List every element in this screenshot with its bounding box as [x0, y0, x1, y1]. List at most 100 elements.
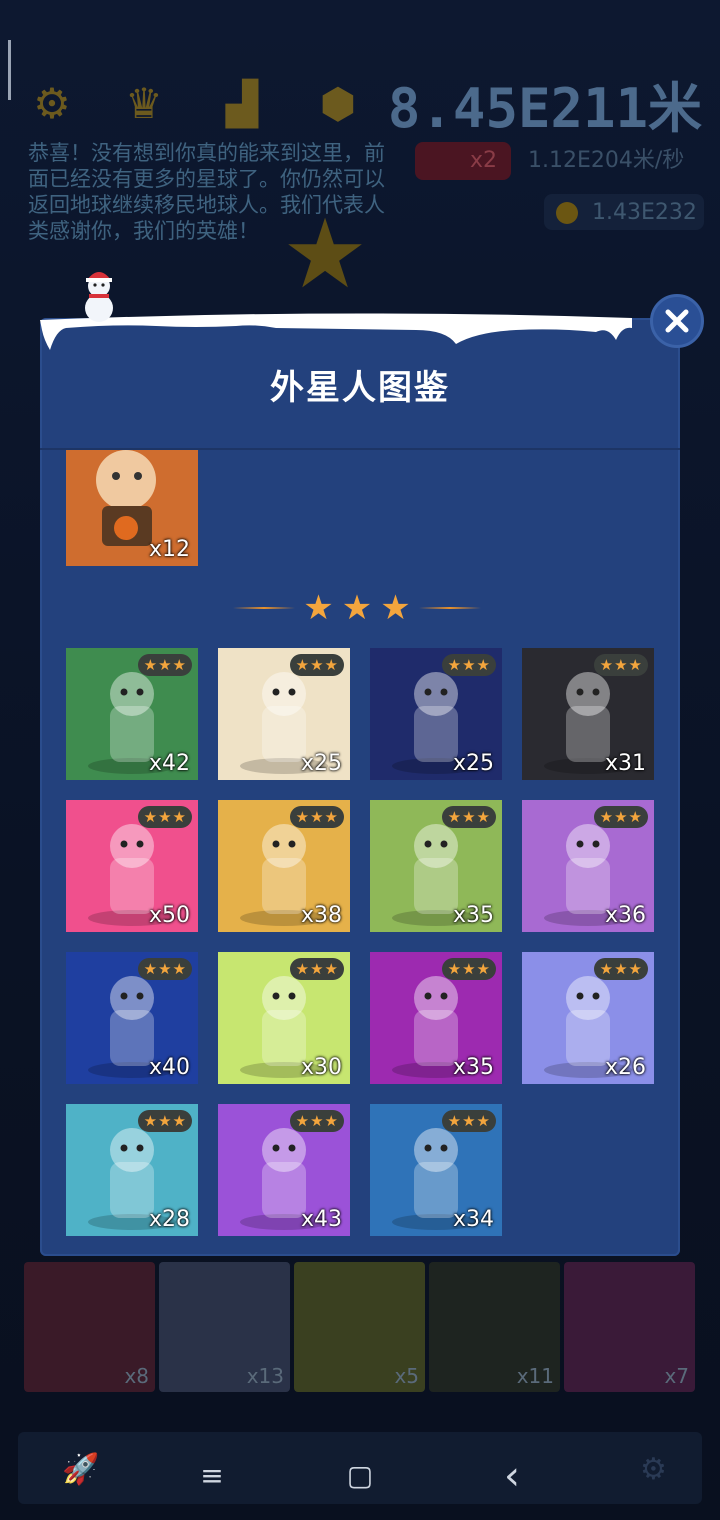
alien-card[interactable]: ★ ★ ★ x31 — [522, 648, 654, 780]
star-icon: ★ — [143, 808, 158, 826]
star-icon: ★ — [462, 808, 476, 826]
star-icon: ★ — [310, 1112, 324, 1130]
bg-card-count: x8 — [124, 1364, 149, 1388]
alien-card[interactable]: x12 — [66, 450, 198, 566]
scroll-indicator — [8, 40, 11, 100]
menu-button[interactable]: ≡ — [190, 1452, 234, 1500]
card-count: x25 — [452, 751, 494, 776]
card-count: x42 — [148, 751, 190, 776]
bg-card-count: x11 — [516, 1364, 554, 1388]
alien-card[interactable]: ★ ★ ★ x38 — [218, 800, 350, 932]
three-star-tier-header: ★ ★ ★ — [222, 590, 492, 626]
star-icon: ★ — [628, 808, 642, 826]
chat-badge-icon[interactable]: ⬢ — [314, 80, 362, 128]
card-star-rating: ★ ★ ★ — [137, 806, 192, 828]
alien-card[interactable]: ★ ★ ★ x42 — [66, 648, 198, 780]
star-icon: ★ — [324, 656, 338, 674]
bg-alien-card: x8 — [24, 1262, 155, 1392]
star-icon: ★ — [295, 808, 310, 826]
card-star-rating: ★ ★ ★ — [289, 654, 344, 676]
star-icon: ★ — [324, 1112, 338, 1130]
star-icon: ★ — [143, 656, 158, 674]
star-icon: ★ — [172, 808, 186, 826]
card-count: x43 — [300, 1207, 342, 1232]
alien-card[interactable]: ★ ★ ★ x30 — [218, 952, 350, 1084]
close-button[interactable] — [650, 294, 704, 348]
star-icon: ★ — [324, 960, 338, 978]
alien-card[interactable]: ★ ★ ★ x50 — [66, 800, 198, 932]
alien-card[interactable]: ★ ★ ★ x25 — [370, 648, 502, 780]
star-icon: ★ — [158, 656, 172, 674]
card-count: x40 — [148, 1055, 190, 1080]
card-count: x50 — [148, 903, 190, 928]
card-star-rating: ★ ★ ★ — [289, 958, 344, 980]
bg-card-count: x5 — [394, 1364, 419, 1388]
alien-card[interactable]: ★ ★ ★ x43 — [218, 1104, 350, 1236]
alien-card[interactable]: ★ ★ ★ x35 — [370, 952, 502, 1084]
card-star-rating: ★ ★ ★ — [289, 806, 344, 828]
star-icon: ★ — [143, 960, 158, 978]
star-icon: ★ — [380, 588, 411, 628]
back-button[interactable]: ‹ — [490, 1452, 534, 1500]
star-icon: ★ — [614, 960, 628, 978]
close-icon — [665, 309, 689, 333]
card-count: x35 — [452, 903, 494, 928]
bg-alien-card: x5 — [294, 1262, 425, 1392]
alien-card[interactable]: ★ ★ ★ x28 — [66, 1104, 198, 1236]
star-icon: ★ — [447, 656, 462, 674]
star-icon: ★ — [295, 960, 310, 978]
star-icon: ★ — [614, 808, 628, 826]
star-icon: ★ — [462, 960, 476, 978]
star-icon: ★ — [628, 960, 642, 978]
tier-divider-left — [233, 607, 296, 609]
alien-card[interactable]: ★ ★ ★ x34 — [370, 1104, 502, 1236]
card-star-rating: ★ ★ ★ — [593, 806, 648, 828]
bg-card-count: x7 — [664, 1364, 689, 1388]
bg-alien-card: x13 — [159, 1262, 290, 1392]
card-star-rating: ★ ★ ★ — [289, 1110, 344, 1132]
leaderboard-podium-icon[interactable]: ▟ — [218, 80, 266, 128]
star-icon: ★ — [303, 588, 334, 628]
card-count: x12 — [148, 537, 190, 562]
card-star-rating: ★ ★ ★ — [137, 958, 192, 980]
star-icon: ★ — [599, 808, 614, 826]
card-star-rating: ★ ★ ★ — [441, 958, 496, 980]
star-icon: ★ — [310, 808, 324, 826]
snow-cap-decoration — [40, 313, 632, 350]
star-icon: ★ — [158, 808, 172, 826]
card-count: x30 — [300, 1055, 342, 1080]
card-count: x34 — [452, 1207, 494, 1232]
alien-card[interactable]: ★ ★ ★ x40 — [66, 952, 198, 1084]
star-icon: ★ — [324, 808, 338, 826]
home-button[interactable]: ▢ — [338, 1452, 382, 1500]
alien-grid-background: x8 x13 x5 x11 x7 — [24, 1262, 700, 1392]
settings-gear-icon[interactable]: ⚙ — [28, 80, 76, 128]
star-icon: ★ — [158, 1112, 172, 1130]
star-icon: ★ — [614, 656, 628, 674]
card-count: x36 — [604, 903, 646, 928]
alien-card[interactable]: ★ ★ ★ x35 — [370, 800, 502, 932]
star-icon: ★ — [447, 1112, 462, 1130]
star-icon: ★ — [172, 1112, 186, 1130]
star-icon: ★ — [158, 960, 172, 978]
bg-card-count: x13 — [246, 1364, 284, 1388]
card-star-rating: ★ ★ ★ — [593, 958, 648, 980]
card-count: x35 — [452, 1055, 494, 1080]
speed-readout: 1.12E204米/秒 — [528, 148, 685, 173]
alien-card[interactable]: ★ ★ ★ x36 — [522, 800, 654, 932]
rocket-icon[interactable]: 🚀 — [62, 1452, 99, 1487]
bg-alien-card: x7 — [564, 1262, 695, 1392]
coin-icon — [556, 202, 578, 224]
card-star-rating: ★ ★ ★ — [441, 806, 496, 828]
card-star-rating: ★ ★ ★ — [593, 654, 648, 676]
alien-card[interactable]: ★ ★ ★ x26 — [522, 952, 654, 1084]
settings-nav-icon[interactable]: ⚙ — [640, 1452, 667, 1487]
star-icon: ★ — [295, 656, 310, 674]
star-icon: ★ — [476, 1112, 490, 1130]
alien-card[interactable]: ★ ★ ★ x25 — [218, 648, 350, 780]
star-icon: ★ — [143, 1112, 158, 1130]
trophy-icon[interactable]: ♛ — [120, 80, 168, 128]
star-icon: ★ — [310, 960, 324, 978]
card-count: x38 — [300, 903, 342, 928]
speed-multiplier-badge[interactable]: x2 — [415, 142, 511, 180]
